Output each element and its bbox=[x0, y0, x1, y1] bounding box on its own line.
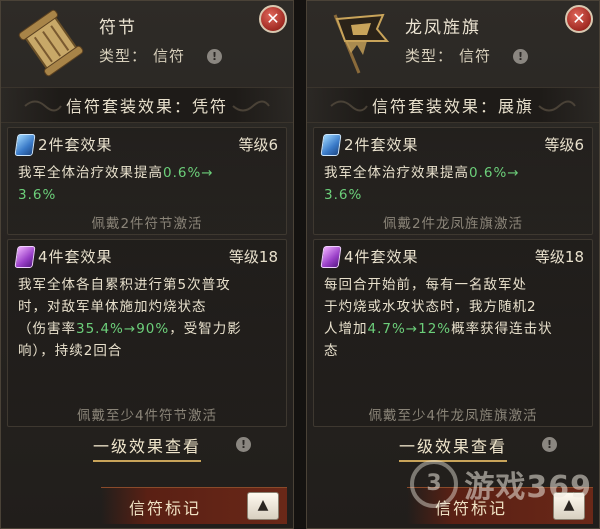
set-4-line2: 时，对敌军单体施加灼烧状态 bbox=[18, 299, 207, 315]
item-panel-left: 符节 类型： 信符 ! ✕ 信符套装效果：凭符 2件套效果 等级6 我军全体治疗效… bbox=[0, 0, 294, 529]
set-2-level: 等级6 bbox=[544, 136, 584, 154]
close-button[interactable]: ✕ bbox=[259, 5, 287, 33]
set-4-line2: 于灼烧或水攻状态时，我方随机2 bbox=[324, 299, 537, 315]
set-2-note: 佩戴2件龙凤旌旗激活 bbox=[382, 216, 524, 232]
set-4-line3-post: ，受智力影 bbox=[169, 321, 242, 337]
up-arrow-icon[interactable]: ▲ bbox=[247, 492, 279, 520]
set-4-line1: 我军全体各自累积进行第5次普攻 bbox=[18, 277, 231, 293]
set-2-desc-value: 0.6%→ bbox=[469, 165, 520, 181]
set-4-head: 4件套效果 bbox=[344, 248, 419, 266]
mark-label[interactable]: 信符标记 bbox=[129, 495, 201, 519]
item-name: 龙凤旌旗 bbox=[405, 18, 481, 38]
type-label: 类型： bbox=[99, 47, 148, 65]
set-4-head: 4件套效果 bbox=[38, 248, 113, 266]
set-4-effect: 4件套效果 等级18 每回合开始前，每有一名敌军处 于灼烧或水攻状态时，我方随机… bbox=[313, 239, 593, 427]
set-4-effect: 4件套效果 等级18 我军全体各自累积进行第5次普攻 时，对敌军单体施加灼烧状态… bbox=[7, 239, 287, 427]
scroll-tally-icon bbox=[18, 9, 84, 77]
set-2-desc-text: 我军全体治疗效果提高 bbox=[324, 165, 469, 181]
set-2-head: 2件套效果 bbox=[344, 136, 419, 154]
set-4-desc: 每回合开始前，每有一名敌军处 于灼烧或水攻状态时，我方随机2 人增加4.7%→1… bbox=[324, 274, 584, 362]
watermark-logo: 3 bbox=[410, 460, 458, 508]
panel-divider bbox=[294, 0, 306, 529]
purple-gem-icon bbox=[320, 246, 342, 268]
set-4-note: 佩戴至少4件龙凤旌旗激活 bbox=[368, 408, 538, 424]
set-2-desc-value-end: 3.6% bbox=[18, 187, 57, 203]
type-value: 信符 bbox=[459, 47, 492, 65]
purple-gem-icon bbox=[14, 246, 36, 268]
set-4-note: 佩戴至少4件符节激活 bbox=[76, 408, 218, 424]
set-4-line3-post: 概率获得连击状 bbox=[451, 321, 553, 337]
set-4-level: 等级18 bbox=[228, 248, 278, 266]
set-4-line4: 态 bbox=[324, 343, 339, 359]
set-2-level: 等级6 bbox=[238, 136, 278, 154]
info-icon[interactable]: ! bbox=[207, 49, 222, 64]
info-icon[interactable]: ! bbox=[236, 437, 251, 452]
type-value: 信符 bbox=[153, 47, 186, 65]
set-2-desc-value-end: 3.6% bbox=[324, 187, 363, 203]
set-2-head: 2件套效果 bbox=[38, 136, 113, 154]
info-icon[interactable]: ! bbox=[513, 49, 528, 64]
blue-gem-icon bbox=[14, 134, 36, 156]
set-4-line3-value: 35.4%→90% bbox=[76, 321, 170, 337]
blue-gem-icon bbox=[320, 134, 342, 156]
set-2-desc: 我军全体治疗效果提高0.6%→ 3.6% bbox=[324, 162, 584, 206]
set-2-effect: 2件套效果 等级6 我军全体治疗效果提高0.6%→ 3.6% 佩戴2件龙凤旌旗激… bbox=[313, 127, 593, 235]
set-2-desc-text: 我军全体治疗效果提高 bbox=[18, 165, 163, 181]
item-type: 类型： 信符 bbox=[405, 45, 491, 66]
item-name: 符节 bbox=[99, 18, 137, 38]
set-4-line3-pre: 人增加 bbox=[324, 321, 368, 337]
set-2-effect: 2件套效果 等级6 我军全体治疗效果提高0.6%→ 3.6% 佩戴2件符节激活 bbox=[7, 127, 287, 235]
set-4-line1: 每回合开始前，每有一名敌军处 bbox=[324, 277, 527, 293]
set-4-desc: 我军全体各自累积进行第5次普攻 时，对敌军单体施加灼烧状态 （伤害率35.4%→… bbox=[18, 274, 278, 362]
set-4-line3-pre: （伤害率 bbox=[18, 321, 76, 337]
close-button[interactable]: ✕ bbox=[565, 5, 593, 33]
set-4-line3-value: 4.7%→12% bbox=[367, 321, 452, 337]
level-effect-button[interactable]: 一级效果查看 bbox=[92, 437, 201, 462]
dragon-phoenix-flag-icon bbox=[333, 13, 390, 74]
watermark-text: 游戏369 bbox=[464, 470, 592, 505]
info-icon[interactable]: ! bbox=[542, 437, 557, 452]
set-2-desc-value: 0.6%→ bbox=[163, 165, 214, 181]
type-label: 类型： bbox=[405, 47, 454, 65]
set-4-level: 等级18 bbox=[534, 248, 584, 266]
mark-bar: 信符标记 ▲ bbox=[101, 487, 287, 524]
item-panel-right: 龙凤旌旗 类型： 信符 ! ✕ 信符套装效果：展旗 2件套效果 等级6 我军全体治… bbox=[306, 0, 600, 529]
set-4-line4: 响），持续2回合 bbox=[18, 343, 123, 359]
level-effect-button[interactable]: 一级效果查看 bbox=[398, 437, 507, 462]
item-type: 类型： 信符 bbox=[99, 45, 185, 66]
set-2-desc: 我军全体治疗效果提高0.6%→ 3.6% bbox=[18, 162, 278, 206]
set-effect-title: 信符套装效果：凭符 bbox=[65, 97, 228, 116]
set-effect-title: 信符套装效果：展旗 bbox=[371, 97, 534, 116]
set-2-note: 佩戴2件符节激活 bbox=[91, 216, 203, 232]
